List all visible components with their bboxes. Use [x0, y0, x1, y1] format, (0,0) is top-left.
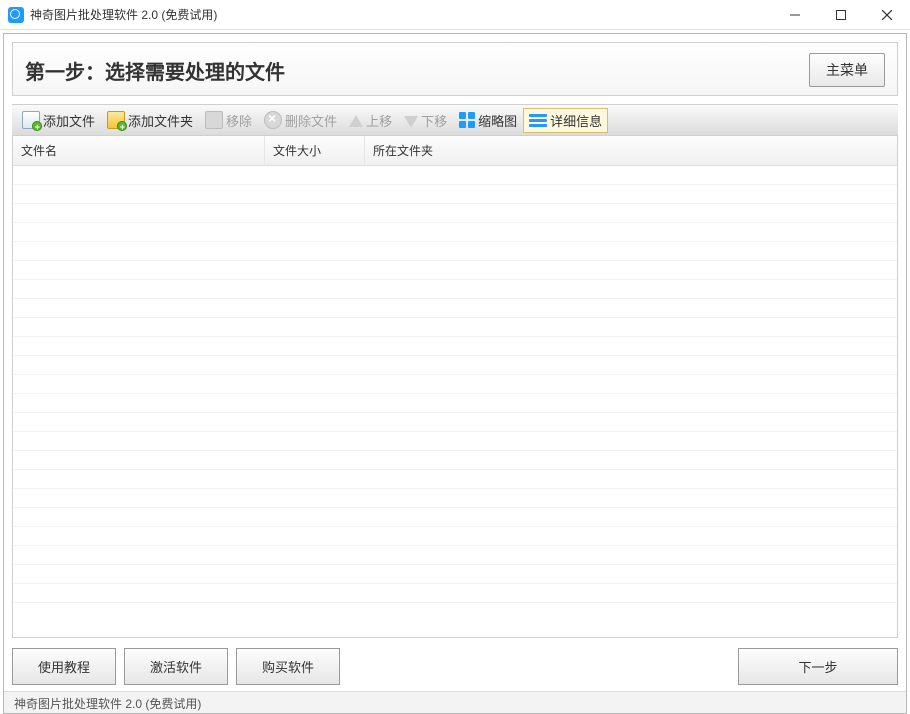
table-row — [13, 299, 897, 318]
move-down-label: 下移 — [421, 111, 447, 130]
app-icon — [8, 7, 24, 23]
add-file-label: 添加文件 — [43, 111, 95, 130]
maximize-button[interactable] — [818, 0, 864, 30]
step-header: 第一步：选择需要处理的文件 主菜单 — [12, 42, 898, 96]
table-row — [13, 527, 897, 546]
table-header: 文件名 文件大小 所在文件夹 — [13, 136, 897, 166]
file-table: 文件名 文件大小 所在文件夹 — [12, 136, 898, 638]
thumbnail-view-button[interactable]: 缩略图 — [453, 108, 523, 133]
thumbnail-label: 缩略图 — [478, 111, 517, 130]
table-row — [13, 470, 897, 489]
minimize-button[interactable] — [772, 0, 818, 30]
status-bar: 神奇图片批处理软件 2.0 (免费试用) — [4, 691, 906, 713]
remove-icon — [205, 111, 223, 129]
close-button[interactable] — [864, 0, 910, 30]
delete-icon — [264, 111, 282, 129]
column-header-folder[interactable]: 所在文件夹 — [365, 136, 897, 165]
arrow-down-icon — [404, 116, 418, 128]
move-up-button[interactable]: 上移 — [343, 108, 398, 133]
remove-label: 移除 — [226, 111, 252, 130]
move-up-label: 上移 — [366, 111, 392, 130]
titlebar: 神奇图片批处理软件 2.0 (免费试用) — [0, 0, 910, 30]
titlebar-text: 神奇图片批处理软件 2.0 (免费试用) — [30, 6, 772, 23]
table-body[interactable] — [13, 166, 897, 612]
add-folder-button[interactable]: 添加文件夹 — [101, 108, 199, 133]
table-row — [13, 280, 897, 299]
minimize-icon — [790, 10, 800, 20]
detail-view-button[interactable]: 详细信息 — [523, 108, 608, 133]
table-row — [13, 413, 897, 432]
step-title: 第一步：选择需要处理的文件 — [25, 56, 809, 85]
column-header-name[interactable]: 文件名 — [13, 136, 265, 165]
table-row — [13, 489, 897, 508]
tutorial-button[interactable]: 使用教程 — [12, 648, 116, 685]
table-row — [13, 223, 897, 242]
table-row — [13, 204, 897, 223]
remove-button[interactable]: 移除 — [199, 108, 258, 133]
move-down-button[interactable]: 下移 — [398, 108, 453, 133]
purchase-button[interactable]: 购买软件 — [236, 648, 340, 685]
next-button[interactable]: 下一步 — [738, 648, 898, 685]
table-row — [13, 166, 897, 185]
table-row — [13, 546, 897, 565]
table-row — [13, 337, 897, 356]
maximize-icon — [836, 10, 846, 20]
table-row — [13, 318, 897, 337]
table-row — [13, 261, 897, 280]
add-folder-icon — [107, 111, 125, 129]
arrow-up-icon — [349, 115, 363, 127]
delete-file-button[interactable]: 删除文件 — [258, 108, 343, 133]
table-row — [13, 584, 897, 603]
table-row — [13, 394, 897, 413]
detail-icon — [529, 114, 547, 127]
activate-button[interactable]: 激活软件 — [124, 648, 228, 685]
table-row — [13, 432, 897, 451]
main-menu-button[interactable]: 主菜单 — [809, 53, 885, 87]
table-row — [13, 508, 897, 527]
window-controls — [772, 0, 910, 30]
table-row — [13, 451, 897, 470]
table-row — [13, 356, 897, 375]
table-row — [13, 375, 897, 394]
add-file-button[interactable]: 添加文件 — [16, 108, 101, 133]
table-row — [13, 565, 897, 584]
delete-file-label: 删除文件 — [285, 111, 337, 130]
column-header-size[interactable]: 文件大小 — [265, 136, 365, 165]
table-row — [13, 242, 897, 261]
main-window: 第一步：选择需要处理的文件 主菜单 添加文件 添加文件夹 移除 删除文件 上移 … — [3, 33, 907, 714]
add-folder-label: 添加文件夹 — [128, 111, 193, 130]
detail-label: 详细信息 — [550, 111, 602, 130]
add-file-icon — [22, 111, 40, 129]
table-row — [13, 185, 897, 204]
thumbnail-icon — [459, 112, 475, 128]
toolbar: 添加文件 添加文件夹 移除 删除文件 上移 下移 缩略图 详细信息 — [12, 104, 898, 136]
close-icon — [882, 10, 892, 20]
bottom-bar: 使用教程 激活软件 购买软件 下一步 — [12, 648, 898, 685]
